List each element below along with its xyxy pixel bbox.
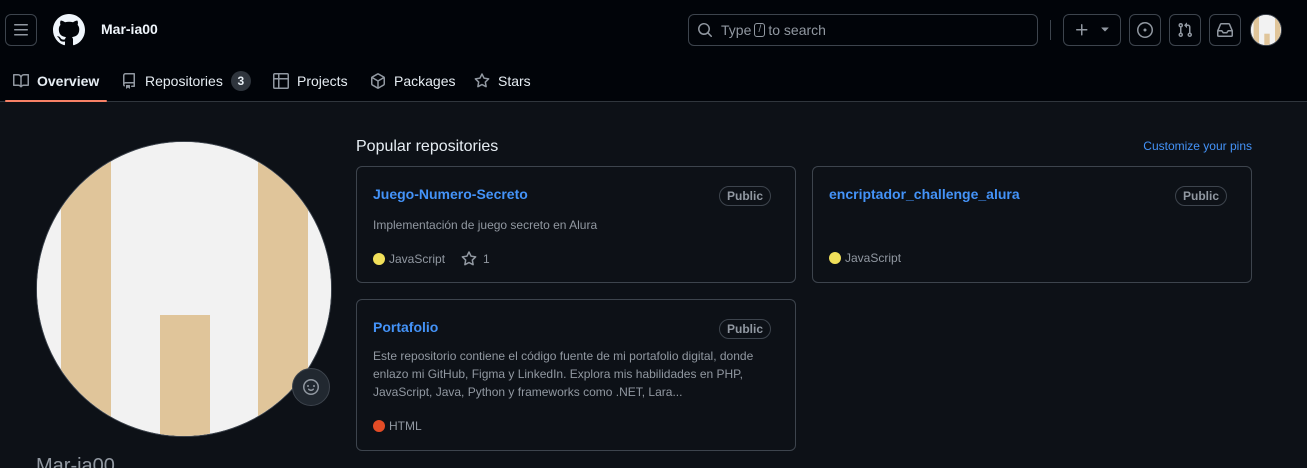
- package-icon: [371, 73, 385, 89]
- triangle-down-icon: [1101, 27, 1109, 32]
- star-count: 1: [483, 252, 490, 266]
- repo-card: Juego-Numero-Secreto Public Implementaci…: [356, 166, 796, 283]
- profile-display-name: Mar-ia00: [36, 455, 115, 468]
- popular-repos-heading: Popular repositories: [356, 138, 499, 155]
- search-shortcut-key: /: [754, 23, 766, 37]
- repo-language: JavaScript: [373, 252, 445, 266]
- repo-language: JavaScript: [829, 251, 901, 265]
- search-prefix: Type: [721, 22, 752, 38]
- header: Mar-ia00 Type / to search Overview Repos…: [0, 0, 1307, 102]
- repo-meta: JavaScript: [829, 251, 901, 265]
- repo-name-link[interactable]: Portafolio: [373, 319, 438, 335]
- header-divider: [1050, 20, 1051, 40]
- repo-icon: [123, 73, 135, 89]
- customize-pins-link[interactable]: Customize your pins: [1143, 139, 1252, 153]
- repo-card: Portafolio Public Este repositorio conti…: [356, 299, 796, 451]
- plus-icon: [1076, 24, 1088, 36]
- star-icon: [474, 73, 490, 88]
- search-input[interactable]: Type / to search: [688, 14, 1038, 46]
- repo-description: Este repositorio contiene el código fuen…: [373, 349, 754, 399]
- pull-requests-button[interactable]: [1169, 14, 1201, 46]
- repo-meta: HTML: [373, 419, 422, 433]
- user-avatar-button[interactable]: [1250, 14, 1282, 46]
- issue-opened-icon: [1137, 22, 1153, 38]
- visibility-badge: Public: [718, 186, 771, 206]
- book-icon: [13, 73, 29, 88]
- git-pull-request-icon: [1178, 22, 1193, 38]
- language-label: HTML: [389, 419, 422, 433]
- language-color-dot: [373, 253, 385, 265]
- language-color-dot: [373, 420, 385, 432]
- repositories-count-badge: 3: [230, 71, 251, 91]
- tab-stars-label: Stars: [498, 73, 531, 89]
- language-label: JavaScript: [389, 252, 446, 266]
- menu-button[interactable]: [5, 14, 37, 46]
- avatar-image: [1251, 15, 1281, 45]
- tab-overview[interactable]: Overview: [4, 60, 108, 102]
- tab-packages[interactable]: Packages: [370, 60, 455, 102]
- repo-name-link[interactable]: encriptador_challenge_alura: [829, 186, 1020, 202]
- search-suffix: to search: [768, 22, 826, 38]
- tab-repositories-label: Repositories: [145, 73, 223, 89]
- tab-packages-label: Packages: [394, 73, 456, 89]
- inbox-icon: [1217, 23, 1233, 37]
- top-bar: Mar-ia00 Type / to search: [0, 0, 1307, 60]
- tab-repositories[interactable]: Repositories 3: [121, 60, 251, 102]
- repo-card: encriptador_challenge_alura Public JavaS…: [812, 166, 1252, 283]
- language-label: JavaScript: [845, 251, 902, 265]
- hamburger-icon: [14, 24, 28, 36]
- create-new-button[interactable]: [1063, 14, 1121, 46]
- table-icon: [273, 73, 289, 89]
- repo-meta: JavaScript 1: [373, 251, 490, 267]
- inbox-button[interactable]: [1209, 14, 1241, 46]
- profile-avatar[interactable]: [36, 141, 332, 437]
- visibility-badge: Public: [1174, 186, 1227, 206]
- repo-stars-link[interactable]: 1: [461, 251, 490, 267]
- github-logo-icon[interactable]: [53, 14, 85, 46]
- smiley-icon: [303, 379, 319, 395]
- visibility-badge: Public: [718, 319, 771, 339]
- tab-overview-label: Overview: [37, 73, 100, 89]
- header-username[interactable]: Mar-ia00: [101, 21, 158, 37]
- issues-button[interactable]: [1129, 14, 1161, 46]
- search-icon: [698, 23, 712, 37]
- tab-projects[interactable]: Projects: [273, 60, 348, 102]
- language-color-dot: [829, 252, 841, 264]
- star-icon: [461, 251, 477, 266]
- set-status-button[interactable]: [292, 368, 330, 406]
- tab-projects-label: Projects: [297, 73, 348, 89]
- avatar-image: [37, 142, 331, 436]
- repo-language: HTML: [373, 419, 422, 433]
- repo-name-link[interactable]: Juego-Numero-Secreto: [373, 186, 528, 202]
- profile-tabs: Overview Repositories 3 Projects Package…: [0, 60, 1307, 102]
- repo-description: Implementación de juego secreto en Alura: [373, 218, 598, 232]
- tab-stars[interactable]: Stars: [474, 60, 531, 102]
